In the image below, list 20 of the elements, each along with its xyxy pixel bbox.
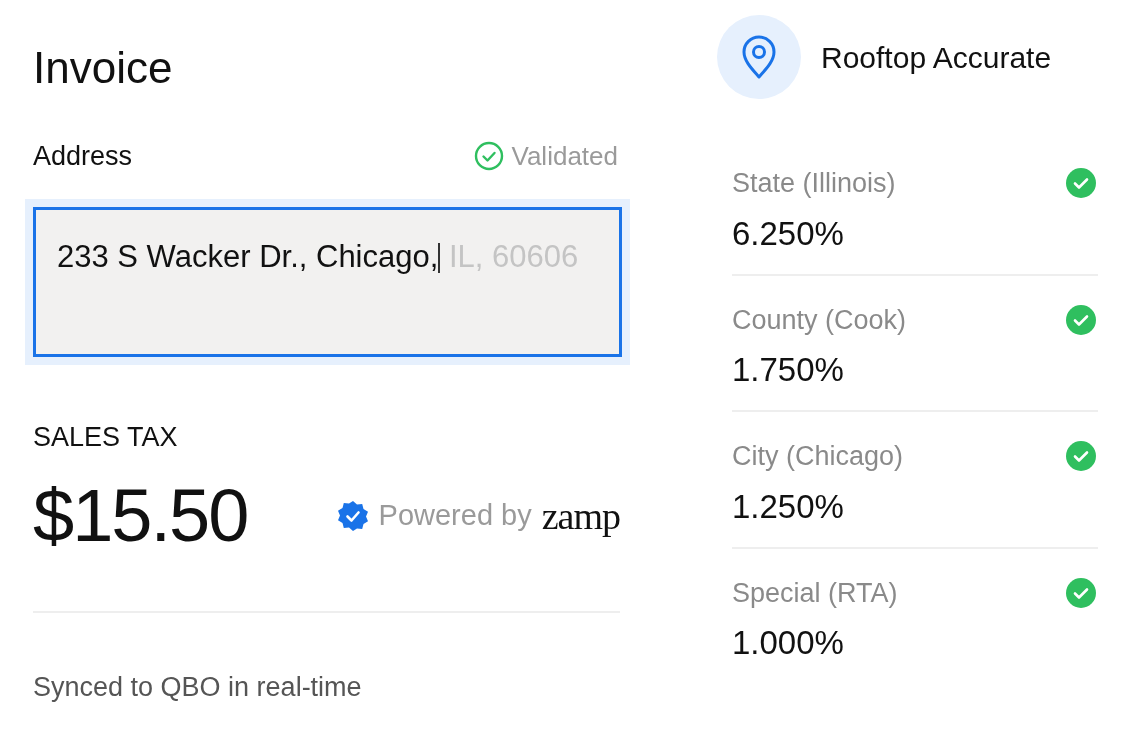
text-caret xyxy=(438,243,441,274)
verified-badge-icon xyxy=(336,500,369,532)
brand-logo: zamp xyxy=(541,496,620,536)
sync-note: Synced to QBO in real-time xyxy=(33,671,363,704)
rate-name: Special (RTA) xyxy=(732,576,898,610)
rate-value: 1.750% xyxy=(732,350,845,390)
sales-tax-label: SALES TAX xyxy=(33,420,179,454)
validation-status: Validated xyxy=(511,139,618,173)
rate-name: State (Illinois) xyxy=(732,167,896,200)
address-value: 233 S Wacker Dr., Chicago, xyxy=(57,238,439,274)
rate-name: City (Chicago) xyxy=(732,440,904,473)
rate-value: 1.250% xyxy=(732,486,845,527)
accuracy-label: Rooftop Accurate xyxy=(821,39,1052,76)
address-label: Address xyxy=(33,140,133,173)
rate-value: 6.250% xyxy=(732,213,845,254)
tax-amount: $15.50 xyxy=(33,473,248,559)
powered-by-text: Powered by xyxy=(378,498,532,534)
rate-value: 1.000% xyxy=(732,623,845,663)
invoice-title: Invoice xyxy=(33,42,174,94)
rate-name: County (Cook) xyxy=(732,303,907,337)
